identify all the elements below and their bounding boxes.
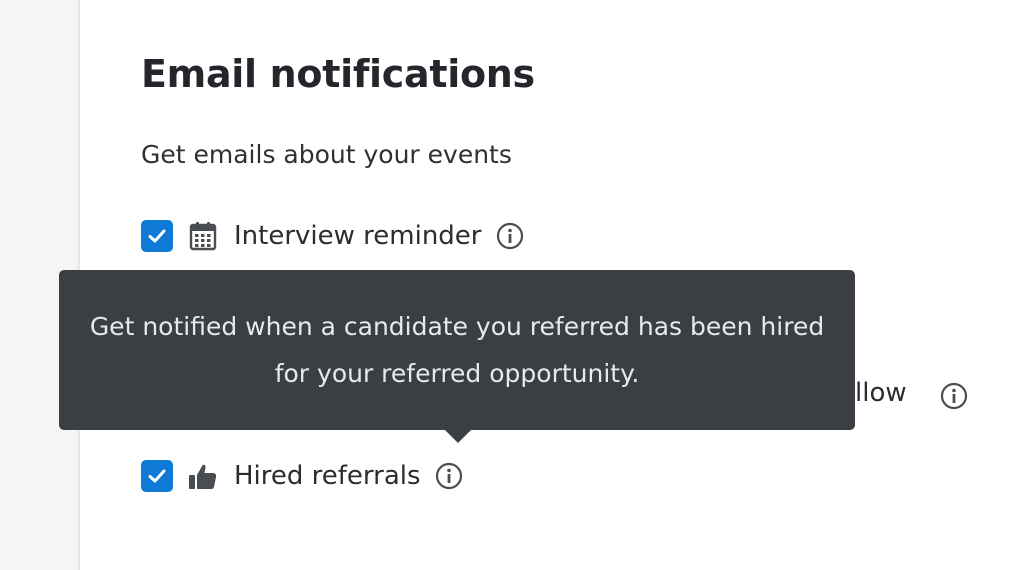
hired-referrals-checkbox[interactable] [141, 460, 173, 492]
info-icon[interactable] [435, 462, 463, 490]
interview-reminder-checkbox[interactable] [141, 220, 173, 252]
thumbs-up-icon [188, 461, 218, 491]
hired-referrals-label: Hired referrals [234, 461, 421, 491]
page-title: Email notifications [141, 52, 535, 96]
info-icon[interactable] [940, 382, 968, 410]
interview-reminder-label: Interview reminder [234, 221, 482, 251]
notification-row-hired-referrals: Hired referrals [141, 459, 463, 493]
checkmark-icon [148, 469, 166, 483]
calendar-icon [188, 221, 218, 251]
section-subtitle: Get emails about your events [141, 140, 512, 169]
tooltip: Get notified when a candidate you referr… [59, 270, 855, 430]
tooltip-text: Get notified when a candidate you referr… [89, 312, 825, 388]
info-icon[interactable] [496, 222, 524, 250]
notification-row-interview-reminder: Interview reminder [141, 219, 524, 253]
tooltip-arrow [444, 429, 472, 443]
checkmark-icon [148, 229, 166, 243]
hidden-row-label-partial: llow [855, 378, 907, 408]
